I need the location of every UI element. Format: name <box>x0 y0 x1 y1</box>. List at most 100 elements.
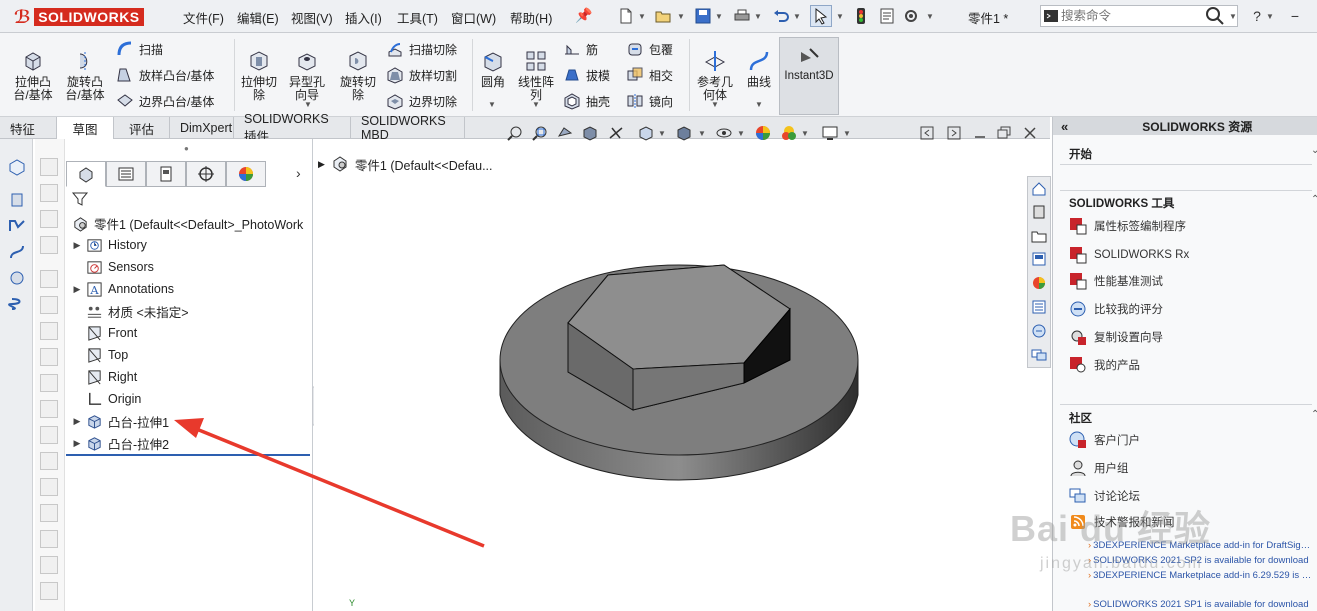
chevron-down-icon[interactable]: ▼ <box>1266 12 1274 21</box>
dynamic-annotation-icon[interactable] <box>606 123 626 143</box>
wrap-button[interactable]: 包覆 <box>626 38 673 60</box>
expand-arrow-icon[interactable]: ▶ <box>70 416 84 427</box>
previous-window-icon[interactable] <box>917 123 937 143</box>
loft-boss-button[interactable]: 放样凸台/基体 <box>116 64 214 86</box>
search-input[interactable] <box>1061 9 1201 23</box>
next-window-icon[interactable] <box>944 123 964 143</box>
expand-arrow-icon[interactable]: ▶ <box>70 284 84 295</box>
chevron-down-icon[interactable]: ▼ <box>711 100 719 109</box>
menu-view[interactable]: 视图(V) <box>291 8 333 27</box>
section-start-heading[interactable]: 开始 <box>1069 146 1092 162</box>
tab-sketch[interactable]: 草图 <box>57 117 114 139</box>
chevron-up-icon[interactable]: ⌃ <box>1311 194 1317 205</box>
tool-solidworks-rx[interactable]: SOLIDWORKS Rx <box>1068 244 1189 266</box>
select-pointer-icon[interactable] <box>810 5 832 27</box>
file-explorer-icon[interactable] <box>1030 227 1048 245</box>
part-icon[interactable] <box>6 189 28 211</box>
solidworks-logo[interactable]: ℬ SOLIDWORKS <box>14 6 144 28</box>
open-document-icon[interactable] <box>652 5 674 27</box>
tree-item-right-plane[interactable]: Right <box>70 366 137 388</box>
display-style-icon[interactable] <box>674 123 694 143</box>
chevron-down-icon[interactable]: ▼ <box>754 12 762 21</box>
menu-edit[interactable]: 编辑(E) <box>237 8 279 27</box>
doc-close-icon[interactable] <box>1020 123 1040 143</box>
tree-item-boss-extrude1[interactable]: ▶ 凸台-拉伸1 <box>70 410 169 432</box>
sketch-3d-icon[interactable] <box>6 156 28 178</box>
view-orientation-icon[interactable] <box>636 123 656 143</box>
chevron-down-icon[interactable]: ▼ <box>836 12 844 21</box>
hide-show-items-icon[interactable] <box>714 123 734 143</box>
tab-dimxpert[interactable]: DimXpert <box>170 117 234 139</box>
news-link[interactable]: › SOLIDWORKS 2021 SP1 is available for do… <box>1088 599 1313 610</box>
tree-item-front-plane[interactable]: Front <box>70 322 137 344</box>
expand-arrow-icon[interactable]: ▶ <box>70 240 84 251</box>
save-icon[interactable] <box>692 5 714 27</box>
tree-item-sensors[interactable]: Sensors <box>70 256 154 278</box>
tab-property-manager[interactable] <box>106 161 146 187</box>
undo-icon[interactable] <box>770 5 792 27</box>
chevron-down-icon[interactable]: ▼ <box>532 100 540 109</box>
intersect-button[interactable]: 相交 <box>626 64 673 86</box>
chevron-down-icon[interactable]: ▼ <box>793 12 801 21</box>
file-properties-icon[interactable] <box>876 5 898 27</box>
curves-button[interactable]: 曲线 <box>742 48 776 89</box>
instant3d-button[interactable]: Instant3D <box>779 37 839 115</box>
tab-configuration-manager[interactable] <box>146 161 186 187</box>
chevron-down-icon[interactable]: ▼ <box>715 12 723 21</box>
panel-grip[interactable]: ● <box>184 144 189 153</box>
part-model-3d[interactable] <box>490 255 870 505</box>
tab-solidworks-addins[interactable]: SOLIDWORKS 插件 <box>234 112 351 144</box>
chevron-down-icon[interactable]: ▼ <box>755 100 763 109</box>
chevron-down-icon[interactable]: ▼ <box>488 100 496 109</box>
tab-feature-tree[interactable] <box>66 161 106 187</box>
rib-button[interactable]: 筋 <box>563 38 598 60</box>
expand-arrow-icon[interactable]: ▶ <box>318 159 325 170</box>
swept-cut-button[interactable]: 扫描切除 <box>386 38 457 60</box>
new-document-icon[interactable] <box>615 5 637 27</box>
options-gear-icon[interactable] <box>900 5 922 27</box>
draft-button[interactable]: 拔模 <box>563 64 610 86</box>
helix-tool-icon[interactable] <box>6 293 28 315</box>
hole-wizard-button[interactable]: 异型孔 向导 <box>284 48 330 102</box>
tool-property-tab-builder[interactable]: 属性标签编制程序 <box>1068 215 1186 237</box>
view-settings-icon[interactable] <box>820 123 840 143</box>
tool-my-products[interactable]: 我的产品 <box>1068 354 1140 376</box>
mirror-button[interactable]: 镜向 <box>626 90 673 112</box>
section-view-icon[interactable] <box>580 123 600 143</box>
minimize-button[interactable]: − <box>1281 3 1309 29</box>
menu-file[interactable]: 文件(F) <box>183 8 224 27</box>
lofted-cut-button[interactable]: 放样切割 <box>386 64 457 86</box>
extrude-cut-button[interactable]: 拉伸切 除 <box>238 48 280 102</box>
section-community-heading[interactable]: 社区 <box>1069 410 1092 426</box>
tool-performance-benchmark[interactable]: 性能基准测试 <box>1068 270 1163 292</box>
tab-dimxpert-manager[interactable] <box>186 161 226 187</box>
zoom-to-fit-icon[interactable] <box>505 123 525 143</box>
extrude-boss-button[interactable]: 拉伸凸 台/基体 <box>10 48 56 102</box>
tree-item-top-plane[interactable]: Top <box>70 344 128 366</box>
pin-menu-icon[interactable]: 📌 <box>575 7 592 24</box>
tree-item-annotations[interactable]: ▶ A Annotations <box>70 278 174 300</box>
chevron-down-icon[interactable]: ▼ <box>698 129 706 138</box>
tree-item-boss-extrude2[interactable]: ▶ 凸台-拉伸2 <box>70 432 169 454</box>
appearances-icon[interactable] <box>1030 274 1048 292</box>
view-palette-icon[interactable] <box>1030 250 1048 268</box>
render-tool-icon[interactable] <box>6 267 28 289</box>
menu-window[interactable]: 窗口(W) <box>451 8 496 27</box>
tree-item-origin[interactable]: Origin <box>70 388 141 410</box>
chevron-up-icon[interactable]: ⌃ <box>1311 409 1317 420</box>
chevron-right-icon[interactable]: › <box>296 165 301 181</box>
chevron-down-icon[interactable]: ⌄ <box>1311 145 1317 156</box>
line-tool-icon[interactable] <box>6 215 28 237</box>
linear-pattern-button[interactable]: 线性阵 列 <box>514 48 558 102</box>
reference-geometry-button[interactable]: 参考几 何体 <box>694 48 736 102</box>
design-library-icon[interactable] <box>1030 203 1048 221</box>
chevron-down-icon[interactable]: ▼ <box>1229 12 1237 21</box>
edit-appearance-icon[interactable] <box>753 123 773 143</box>
tool-compare-score[interactable]: 比较我的评分 <box>1068 298 1163 320</box>
tree-item-history[interactable]: ▶ History <box>70 234 147 256</box>
shell-button[interactable]: 抽壳 <box>563 90 610 112</box>
section-tools-heading[interactable]: SOLIDWORKS 工具 <box>1069 195 1174 211</box>
tab-solidworks-mbd[interactable]: SOLIDWORKS MBD <box>351 114 465 142</box>
rebuild-traffic-light-icon[interactable] <box>850 5 872 27</box>
spline-tool-icon[interactable] <box>6 241 28 263</box>
